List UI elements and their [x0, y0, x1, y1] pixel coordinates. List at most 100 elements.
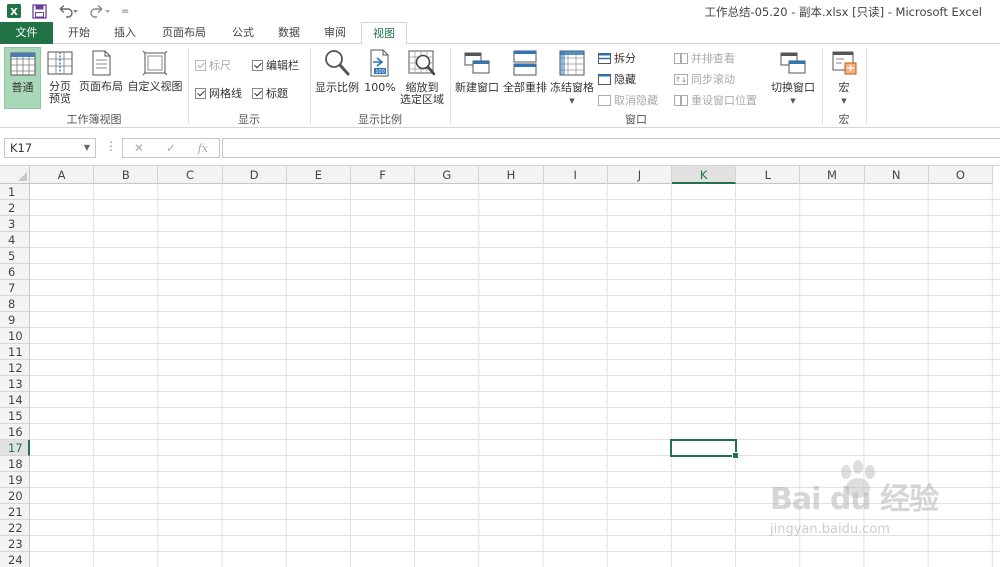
tab-insert[interactable]: 插入 [104, 22, 146, 44]
formula-bar-checkbox[interactable]: 编辑栏 [252, 57, 299, 73]
row-header-6[interactable]: 6 [0, 264, 30, 280]
row-header-19[interactable]: 19 [0, 472, 30, 488]
macros-button[interactable]: 宏 ▼ [826, 47, 862, 109]
zoom-to-selection-button[interactable]: 缩放到 选定区域 [398, 47, 446, 109]
side-by-side-icon [674, 52, 688, 64]
column-header-j[interactable]: J [607, 166, 672, 184]
svg-text:100: 100 [375, 69, 385, 75]
column-header-g[interactable]: G [415, 166, 480, 184]
zoom-100-button[interactable]: 100 100% [362, 47, 398, 109]
more-icon[interactable]: ⋮ [105, 139, 117, 153]
row-header-12[interactable]: 12 [0, 360, 30, 376]
chevron-down-icon[interactable]: ▼ [84, 139, 90, 157]
unhide-window-button[interactable]: 取消隐藏 [598, 92, 658, 108]
title-bar: X = 工作总结-05.20 - 副本.xlsx [只读] - Microsof… [0, 0, 1000, 22]
redo-icon[interactable] [89, 2, 111, 20]
column-header-e[interactable]: E [286, 166, 351, 184]
formula-input[interactable] [222, 138, 1000, 158]
page-layout-icon [92, 50, 111, 76]
dropdown-arrow-icon: ▼ [569, 97, 575, 105]
column-header-k[interactable]: K [672, 166, 737, 184]
cancel-icon[interactable]: ✕ [134, 141, 144, 155]
custom-views-button[interactable]: 自定义视图 [126, 47, 184, 109]
new-window-button[interactable]: 新建窗口 [453, 47, 501, 109]
selected-cell-k17[interactable] [670, 439, 739, 459]
row-header-2[interactable]: 2 [0, 200, 30, 216]
save-icon[interactable] [32, 2, 47, 20]
column-header-f[interactable]: F [351, 166, 416, 184]
tab-page-layout[interactable]: 页面布局 [152, 22, 216, 44]
row-header-22[interactable]: 22 [0, 520, 30, 536]
column-header-d[interactable]: D [222, 166, 287, 184]
dropdown-arrow-icon: ▼ [841, 97, 847, 105]
spreadsheet-grid[interactable]: A B C D E F G H I J K L M N O 1 2 3 4 5 6 7 8 9 10 11 12 13 14 15 16 17… [0, 166, 1000, 567]
row-header-20[interactable]: 20 [0, 488, 30, 504]
switch-windows-button[interactable]: 切换窗口 ▼ [768, 47, 818, 109]
row-header-10[interactable]: 10 [0, 328, 30, 344]
unhide-window-icon [598, 94, 611, 106]
customize-qat-icon[interactable]: = [121, 2, 129, 20]
ruler-checkbox[interactable]: 标尺 [195, 57, 231, 73]
tab-data[interactable]: 数据 [268, 22, 310, 44]
dropdown-arrow-icon: ▼ [790, 97, 796, 105]
tab-home[interactable]: 开始 [58, 22, 100, 44]
insert-function-icon[interactable]: fx [198, 142, 208, 155]
page-break-preview-button[interactable]: 分页 预览 [44, 47, 76, 109]
row-header-5[interactable]: 5 [0, 248, 30, 264]
switch-windows-icon [780, 52, 806, 74]
split-button[interactable]: 拆分 [598, 50, 636, 66]
row-header-16[interactable]: 16 [0, 424, 30, 440]
column-header-o[interactable]: O [928, 166, 993, 184]
row-header-24[interactable]: 24 [0, 552, 30, 567]
name-box[interactable]: K17 ▼ [4, 138, 96, 158]
separator [822, 48, 823, 124]
row-header-9[interactable]: 9 [0, 312, 30, 328]
column-header-l[interactable]: L [736, 166, 801, 184]
column-header-m[interactable]: M [800, 166, 865, 184]
tab-formulas[interactable]: 公式 [222, 22, 264, 44]
zoom-button[interactable]: 显示比例 [313, 47, 361, 109]
row-header-21[interactable]: 21 [0, 504, 30, 520]
column-header-i[interactable]: I [543, 166, 608, 184]
group-label-window: 窗口 [625, 113, 647, 126]
select-all-corner[interactable] [0, 166, 30, 184]
separator [310, 48, 311, 124]
row-header-1[interactable]: 1 [0, 184, 30, 200]
row-header-8[interactable]: 8 [0, 296, 30, 312]
tab-file[interactable]: 文件 [0, 22, 53, 44]
view-side-by-side-button[interactable]: 并排查看 [674, 50, 735, 66]
column-header-n[interactable]: N [864, 166, 929, 184]
ribbon: 普通 分页 预览 页面布局 自定义视图 工作簿视图 标尺 编辑栏 网格线 标题 … [0, 44, 1000, 128]
cell-area[interactable] [30, 184, 1000, 567]
row-header-17[interactable]: 17 [0, 440, 30, 456]
row-header-14[interactable]: 14 [0, 392, 30, 408]
hide-window-button[interactable]: 隐藏 [598, 71, 636, 87]
arrange-all-button[interactable]: 全部重排 [501, 47, 549, 109]
row-header-4[interactable]: 4 [0, 232, 30, 248]
column-header-h[interactable]: H [479, 166, 544, 184]
tab-view[interactable]: 视图 [361, 22, 407, 45]
column-header-a[interactable]: A [30, 166, 95, 184]
row-header-15[interactable]: 15 [0, 408, 30, 424]
tab-review[interactable]: 审阅 [314, 22, 356, 44]
undo-icon[interactable] [57, 2, 79, 20]
gridlines-checkbox[interactable]: 网格线 [195, 85, 242, 101]
row-header-7[interactable]: 7 [0, 280, 30, 296]
sync-scroll-icon [674, 73, 688, 85]
normal-view-button[interactable]: 普通 [4, 47, 41, 109]
synchronous-scrolling-button[interactable]: 同步滚动 [674, 71, 735, 87]
row-header-3[interactable]: 3 [0, 216, 30, 232]
row-header-13[interactable]: 13 [0, 376, 30, 392]
page-layout-view-button[interactable]: 页面布局 [78, 47, 124, 109]
headings-checkbox[interactable]: 标题 [252, 85, 288, 101]
quick-access-toolbar: X = [6, 2, 129, 20]
reset-window-position-button[interactable]: 重设窗口位置 [674, 92, 757, 108]
enter-icon[interactable]: ✓ [166, 141, 176, 155]
new-window-icon [464, 52, 490, 74]
column-header-c[interactable]: C [158, 166, 223, 184]
column-header-b[interactable]: B [94, 166, 159, 184]
row-header-18[interactable]: 18 [0, 456, 30, 472]
row-header-11[interactable]: 11 [0, 344, 30, 360]
row-header-23[interactable]: 23 [0, 536, 30, 552]
freeze-panes-button[interactable]: 冻结窗格 ▼ [549, 47, 595, 109]
